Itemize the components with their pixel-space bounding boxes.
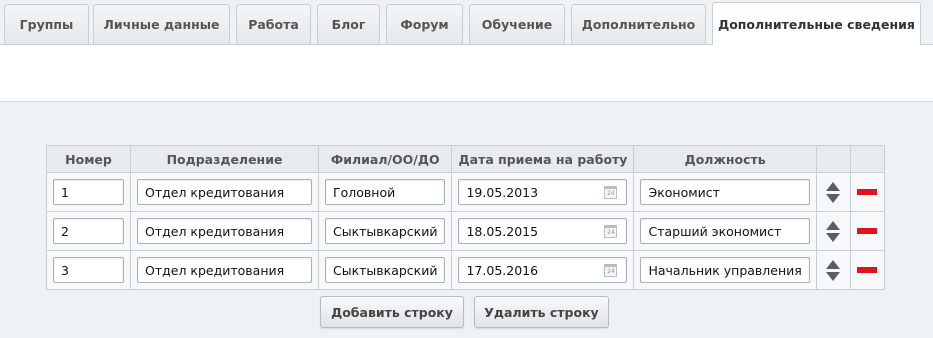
calendar-icon[interactable]: 24 xyxy=(604,264,618,277)
position-input[interactable]: Экономист xyxy=(640,179,810,205)
header-remove xyxy=(849,145,885,173)
position-input[interactable]: Старший экономист xyxy=(640,218,810,244)
employment-table: Номер Подразделение Филиал/ОО/ДО Дата пр… xyxy=(46,145,885,290)
department-input[interactable]: Отдел кредитования xyxy=(137,218,312,244)
tab-personal-data[interactable]: Личные данные xyxy=(93,4,230,44)
arrow-down-icon[interactable] xyxy=(826,271,841,281)
header-position: Должность xyxy=(633,145,817,173)
hire-date-value: 19.05.2013 xyxy=(466,184,539,200)
table-header-row: Номер Подразделение Филиал/ОО/ДО Дата пр… xyxy=(46,145,885,173)
tab-forum[interactable]: Форум xyxy=(386,4,463,44)
arrow-down-icon[interactable] xyxy=(826,232,841,242)
tab-blog[interactable]: Блог xyxy=(317,4,380,44)
calendar-icon[interactable]: 24 xyxy=(604,186,618,199)
hire-date-input[interactable]: 17.05.2016 24 xyxy=(458,257,628,283)
remove-row-icon[interactable] xyxy=(857,189,878,195)
header-hire-date: Дата приема на работу xyxy=(451,145,635,173)
header-branch: Филиал/ОО/ДО xyxy=(317,145,453,173)
move-arrows xyxy=(823,220,844,242)
arrow-down-icon[interactable] xyxy=(826,193,841,203)
hire-date-value: 18.05.2015 xyxy=(466,223,539,239)
arrow-up-icon[interactable] xyxy=(826,220,841,230)
department-input[interactable]: Отдел кредитования xyxy=(137,179,312,205)
move-arrows xyxy=(823,181,844,203)
remove-row-icon[interactable] xyxy=(857,228,878,234)
tab-content-area xyxy=(0,44,933,102)
number-input[interactable]: 1 xyxy=(53,179,124,205)
tab-work[interactable]: Работа xyxy=(236,4,311,44)
header-department: Подразделение xyxy=(130,145,319,173)
add-row-button[interactable]: Добавить строку xyxy=(320,296,464,328)
hire-date-input[interactable]: 19.05.2013 24 xyxy=(458,179,628,205)
branch-input[interactable]: Сыктывкарский xyxy=(325,218,446,244)
move-arrows xyxy=(823,259,844,281)
tab-bar: Группы Личные данные Работа Блог Форум О… xyxy=(0,0,933,45)
branch-input[interactable]: Головной xyxy=(325,179,446,205)
remove-row-icon[interactable] xyxy=(857,267,878,273)
delete-row-button[interactable]: Удалить строку xyxy=(474,296,609,328)
hire-date-input[interactable]: 18.05.2015 24 xyxy=(458,218,628,244)
tab-groups[interactable]: Группы xyxy=(4,4,89,44)
number-input[interactable]: 3 xyxy=(53,257,124,283)
table-row: 3 Отдел кредитования Сыктывкарский 17.05… xyxy=(46,250,885,290)
header-move xyxy=(815,145,851,173)
branch-input[interactable]: Сыктывкарский xyxy=(325,257,446,283)
hire-date-value: 17.05.2016 xyxy=(466,262,539,278)
calendar-icon[interactable]: 24 xyxy=(604,225,618,238)
tab-additional[interactable]: Дополнительно xyxy=(571,4,706,44)
number-input[interactable]: 2 xyxy=(53,218,124,244)
position-input[interactable]: Начальник управления xyxy=(640,257,810,283)
tab-additional-info[interactable]: Дополнительные сведения xyxy=(712,2,921,45)
arrow-up-icon[interactable] xyxy=(826,181,841,191)
table-row: 1 Отдел кредитования Головной 19.05.2013… xyxy=(46,172,885,212)
table-row: 2 Отдел кредитования Сыктывкарский 18.05… xyxy=(46,211,885,251)
tab-education[interactable]: Обучение xyxy=(469,4,565,44)
arrow-up-icon[interactable] xyxy=(826,259,841,269)
header-number: Номер xyxy=(46,145,131,173)
department-input[interactable]: Отдел кредитования xyxy=(137,257,312,283)
